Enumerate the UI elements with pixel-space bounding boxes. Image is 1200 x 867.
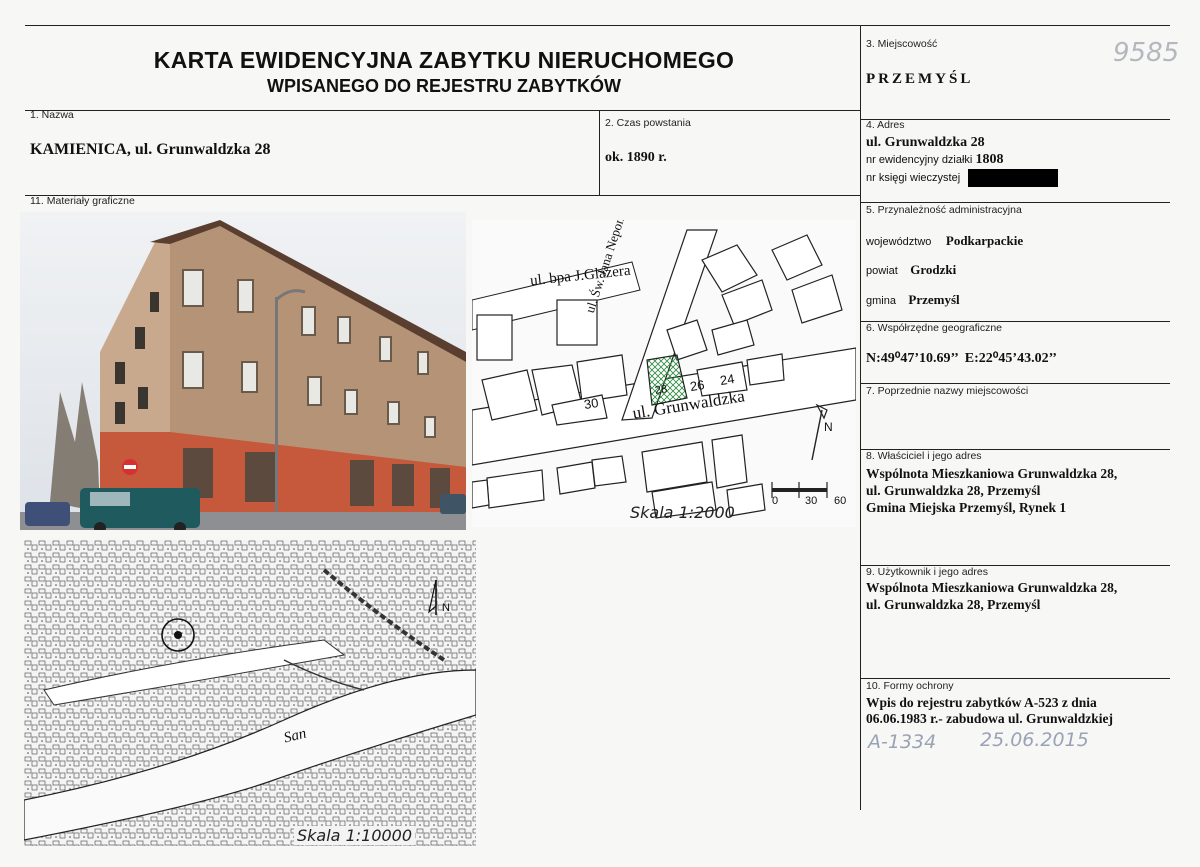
wlasciciel-line-2: ul. Grunwaldzka 28, Przemyśl	[866, 483, 1041, 498]
document-title: KARTA EWIDENCYJNA ZABYTKU NIERUCHOMEGO	[153, 47, 735, 73]
handwritten-register-date: 25.06.2015	[980, 729, 1089, 751]
wspolrzedne-value: N:49⁰47’10.69’’ E:22⁰45’43.02’’	[866, 351, 1057, 366]
dzialka-label: nr ewidencyjny działki	[866, 154, 973, 166]
lot-28-label: 28	[654, 383, 669, 397]
adres-label: 4. Adres	[866, 119, 905, 131]
wspolrzedne-label: 6. Współrzędne geograficzne	[866, 322, 1002, 334]
building-photo-svg	[20, 212, 466, 530]
formy-ochrony-line-2: 06.06.1983 r.- zabudowa ul. Grunwaldzkie…	[866, 711, 1114, 726]
lot-24-label: 24	[718, 370, 736, 389]
powiat-value: Grodzki	[910, 262, 957, 277]
detail-map-north: N	[824, 420, 833, 434]
detail-map-scale: Skala 1:2000	[630, 503, 735, 522]
lot-30-label: 30	[582, 394, 600, 413]
czas-powstania-value: ok. 1890 r.	[605, 150, 667, 165]
building-photo	[20, 212, 466, 530]
powiat-row: powiat Grodzki	[866, 261, 956, 279]
redaction-bar	[968, 169, 1058, 187]
uzytkownik-label: 9. Użytkownik i jego adres	[866, 566, 988, 578]
nazwa-value: KAMIENICA, ul. Grunwaldzka 28	[30, 141, 271, 158]
detail-map: ul. bpa J.Glazera ul. Św. Jana Nepomucen…	[472, 220, 856, 527]
rule-under-title	[25, 110, 860, 111]
overview-map: San Skala 1:10000 N	[24, 540, 476, 846]
wlasciciel-line-3: Gmina Miejska Przemyśl, Rynek 1	[866, 500, 1067, 515]
miejscowosc-label: 3. Miejscowość	[866, 38, 938, 50]
adres-ksiega: nr księgi wieczystej	[866, 172, 960, 184]
materialy-label: 11. Materiały graficzne	[30, 195, 135, 207]
wojewodztwo-value: Podkarpackie	[945, 233, 1024, 248]
uzytkownik-line-1: Wspólnota Mieszkaniowa Grunwaldzka 28,	[866, 580, 1118, 595]
uzytkownik-line-2: ul. Grunwaldzka 28, Przemyśl	[866, 597, 1041, 612]
poprzednie-nazwy-label: 7. Poprzednie nazwy miejscowości	[866, 385, 1029, 397]
detail-map-svg	[472, 220, 856, 527]
wojewodztwo-label: województwo	[866, 236, 932, 248]
rule-right-4	[860, 383, 1170, 384]
rule-under-name	[25, 195, 860, 196]
przynaleznosc-label: 5. Przynależność administracyjna	[866, 204, 1022, 216]
gmina-label: gmina	[866, 295, 896, 307]
wojewodztwo-row: województwo Podkarpackie	[866, 232, 1023, 250]
formy-ochrony-line-1: Wpis do rejestru zabytków A-523 z dnia	[866, 695, 1097, 710]
ref-number-handwritten: 9585	[1113, 38, 1180, 68]
overview-map-svg	[24, 540, 476, 846]
overview-map-scale: Skala 1:10000	[294, 826, 416, 845]
miejscowosc-value: PRZEMYŚL	[866, 71, 974, 87]
rule-right-7	[860, 678, 1170, 679]
powiat-label: powiat	[866, 265, 898, 277]
wlasciciel-line-1: Wspólnota Mieszkaniowa Grunwaldzka 28,	[866, 466, 1118, 481]
scale-bar-label-60: 60	[834, 495, 847, 507]
adres-street: ul. Grunwaldzka 28	[866, 135, 985, 150]
formy-ochrony-label: 10. Formy ochrony	[866, 680, 954, 692]
ksiega-label: nr księgi wieczystej	[866, 172, 961, 184]
frame-middle-vertical	[860, 25, 861, 810]
czas-powstania-label: 2. Czas powstania	[605, 117, 691, 129]
lot-26-label: 26	[688, 376, 706, 395]
rule-right-2	[860, 202, 1170, 203]
document-subtitle: WPISANEGO DO REJESTRU ZABYTKÓW	[266, 76, 621, 96]
scale-bar-label-30: 30	[805, 495, 818, 507]
handwritten-register-number: A-1334	[868, 731, 937, 753]
scale-bar-label-0: 0	[772, 495, 779, 507]
frame-top	[25, 25, 1170, 26]
rule-right-1	[860, 119, 1170, 120]
dzialka-value: 1808	[975, 152, 1004, 167]
adres-dzialka: nr ewidencyjny działki 1808	[866, 152, 1003, 168]
divider-name-date	[599, 110, 600, 196]
wlasciciel-label: 8. Właściciel i jego adres	[866, 450, 982, 462]
gmina-value: Przemyśl	[908, 292, 960, 307]
overview-map-north: N	[442, 602, 450, 614]
gmina-row: gmina Przemyśl	[866, 291, 960, 309]
nazwa-label: 1. Nazwa	[30, 109, 74, 121]
